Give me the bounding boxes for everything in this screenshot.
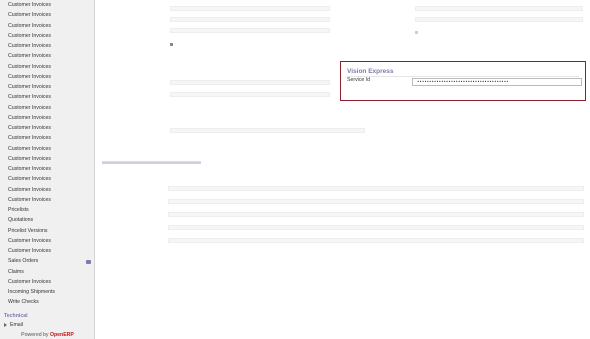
sidebar-item[interactable]: Customer Invoices — [8, 187, 51, 193]
sidebar-item[interactable]: Customer Invoices — [8, 135, 51, 141]
sidebar-item[interactable]: Customer Invoices — [8, 238, 51, 244]
sidebar-item[interactable]: Incoming Shipments — [8, 289, 55, 295]
faded-field — [170, 80, 330, 85]
sidebar-item[interactable]: Customer Invoices — [8, 197, 51, 203]
sidebar-item[interactable]: Customer Invoices — [8, 53, 51, 59]
sidebar-item-email[interactable]: Email — [4, 322, 23, 328]
sidebar-item-email-label: Email — [10, 322, 23, 328]
faded-field — [170, 17, 330, 22]
powered-by: Powered by OpenERP — [0, 332, 95, 338]
sidebar-item[interactable]: Pricelists — [8, 207, 29, 213]
sidebar-item[interactable]: Customer Invoices — [8, 279, 51, 285]
vision-express-title: Vision Express — [347, 68, 394, 75]
section-divider — [347, 76, 579, 77]
sales-orders-badge — [86, 260, 91, 264]
faded-field — [170, 28, 330, 33]
faded-field — [168, 212, 584, 217]
sidebar-item[interactable]: Customer Invoices — [8, 64, 51, 70]
sidebar-item[interactable]: Write Checks — [8, 299, 39, 305]
faded-field — [168, 238, 584, 243]
powered-by-text: Powered by — [21, 332, 50, 338]
sidebar-item[interactable]: Customer Invoices — [8, 94, 51, 100]
service-id-input[interactable]: •••••••••••••••••••••••••••••••••••••• — [412, 78, 582, 86]
faded-field — [170, 128, 365, 133]
faded-field — [415, 6, 583, 11]
sidebar: Customer Invoices Customer Invoices Custom… — [0, 0, 95, 339]
sidebar-item[interactable]: Claims — [8, 269, 24, 275]
sidebar-item[interactable]: Quotations — [8, 217, 33, 223]
faded-field — [168, 186, 584, 191]
sidebar-item[interactable]: Customer Invoices — [8, 74, 51, 80]
sidebar-item[interactable]: Pricelist Versions — [8, 228, 48, 234]
sidebar-item[interactable]: Customer Invoices — [8, 176, 51, 182]
sidebar-item[interactable]: Customer Invoices — [8, 248, 51, 254]
sidebar-item[interactable]: Customer Invoices — [8, 125, 51, 131]
sidebar-section-technical: Technical — [4, 313, 28, 319]
faded-checkbox — [415, 31, 418, 34]
sidebar-item[interactable]: Customer Invoices — [8, 105, 51, 111]
openerp-link[interactable]: OpenERP — [50, 332, 74, 338]
sidebar-item[interactable]: Customer Invoices — [8, 146, 51, 152]
sidebar-item[interactable]: Customer Invoices — [8, 84, 51, 90]
faded-field — [415, 17, 583, 22]
faded-field — [170, 92, 330, 97]
vision-express-section: Vision Express Service Id ••••••••••••••… — [340, 61, 586, 101]
sidebar-item[interactable]: Customer Invoices — [8, 115, 51, 121]
sidebar-item[interactable]: Customer Invoices — [8, 12, 51, 18]
sidebar-item[interactable]: Customer Invoices — [8, 23, 51, 29]
faded-field — [170, 6, 330, 11]
faded-field — [168, 199, 584, 204]
expand-arrow-icon[interactable] — [4, 322, 7, 327]
sidebar-item[interactable]: Customer Invoices — [8, 43, 51, 49]
sidebar-item[interactable]: Customer Invoices — [8, 33, 51, 39]
faded-checkbox — [170, 43, 173, 46]
service-id-label: Service Id — [347, 77, 371, 83]
faded-field — [168, 225, 584, 230]
sidebar-item[interactable]: Customer Invoices — [8, 156, 51, 162]
faded-heading: ▬▬▬▬▬▬▬▬▬▬▬ — [102, 156, 201, 166]
sidebar-item[interactable]: Customer Invoices — [8, 166, 51, 172]
sidebar-item[interactable]: Customer Invoices — [8, 2, 51, 8]
sidebar-item[interactable]: Sales Orders — [8, 258, 38, 264]
